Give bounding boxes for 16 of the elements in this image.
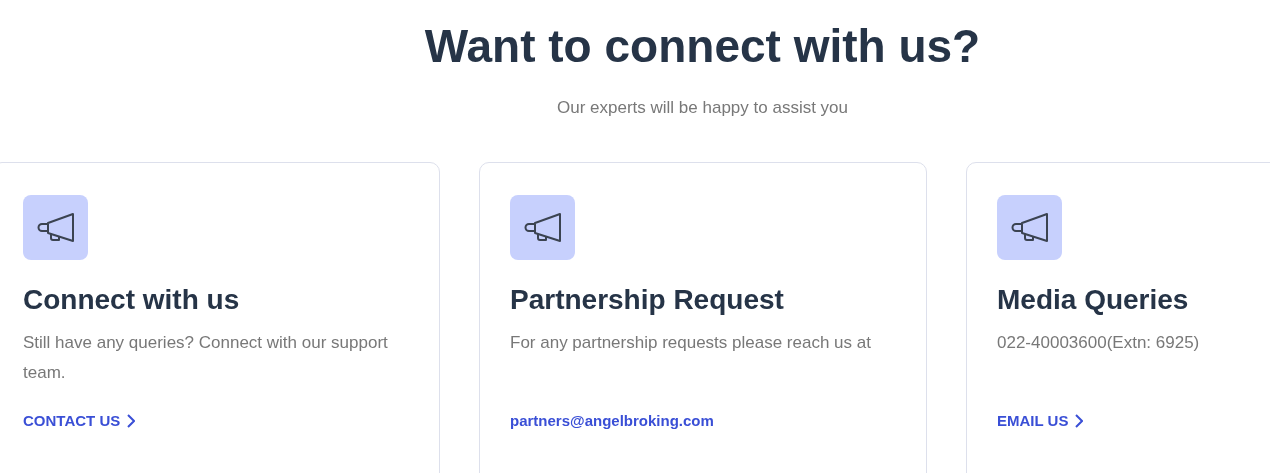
- page-heading: Want to connect with us?: [424, 19, 981, 74]
- megaphone-icon: [1009, 210, 1050, 245]
- card-description: Still have any queries? Connect with our support team.: [23, 333, 388, 382]
- page-subheading: Our experts will be happy to assist you: [557, 98, 848, 118]
- card-title: Connect with us: [23, 283, 240, 317]
- contact-link[interactable]: EMAIL US: [997, 412, 1084, 429]
- chevron-icon: [1075, 413, 1084, 428]
- card-description: 022-40003600(Extn: 6925): [997, 333, 1200, 352]
- megaphone-icon: [522, 210, 563, 245]
- email-link[interactable]: partners@angelbroking.com: [510, 412, 714, 429]
- card-title: Media Queries: [997, 283, 1189, 317]
- megaphone-icon: [35, 210, 76, 245]
- chevron-icon: [127, 413, 136, 428]
- card-description: For any partnership requests please reach us at: [510, 333, 871, 352]
- card-title: Partnership Request: [510, 283, 784, 317]
- contact-link[interactable]: CONTACT US: [23, 412, 136, 429]
